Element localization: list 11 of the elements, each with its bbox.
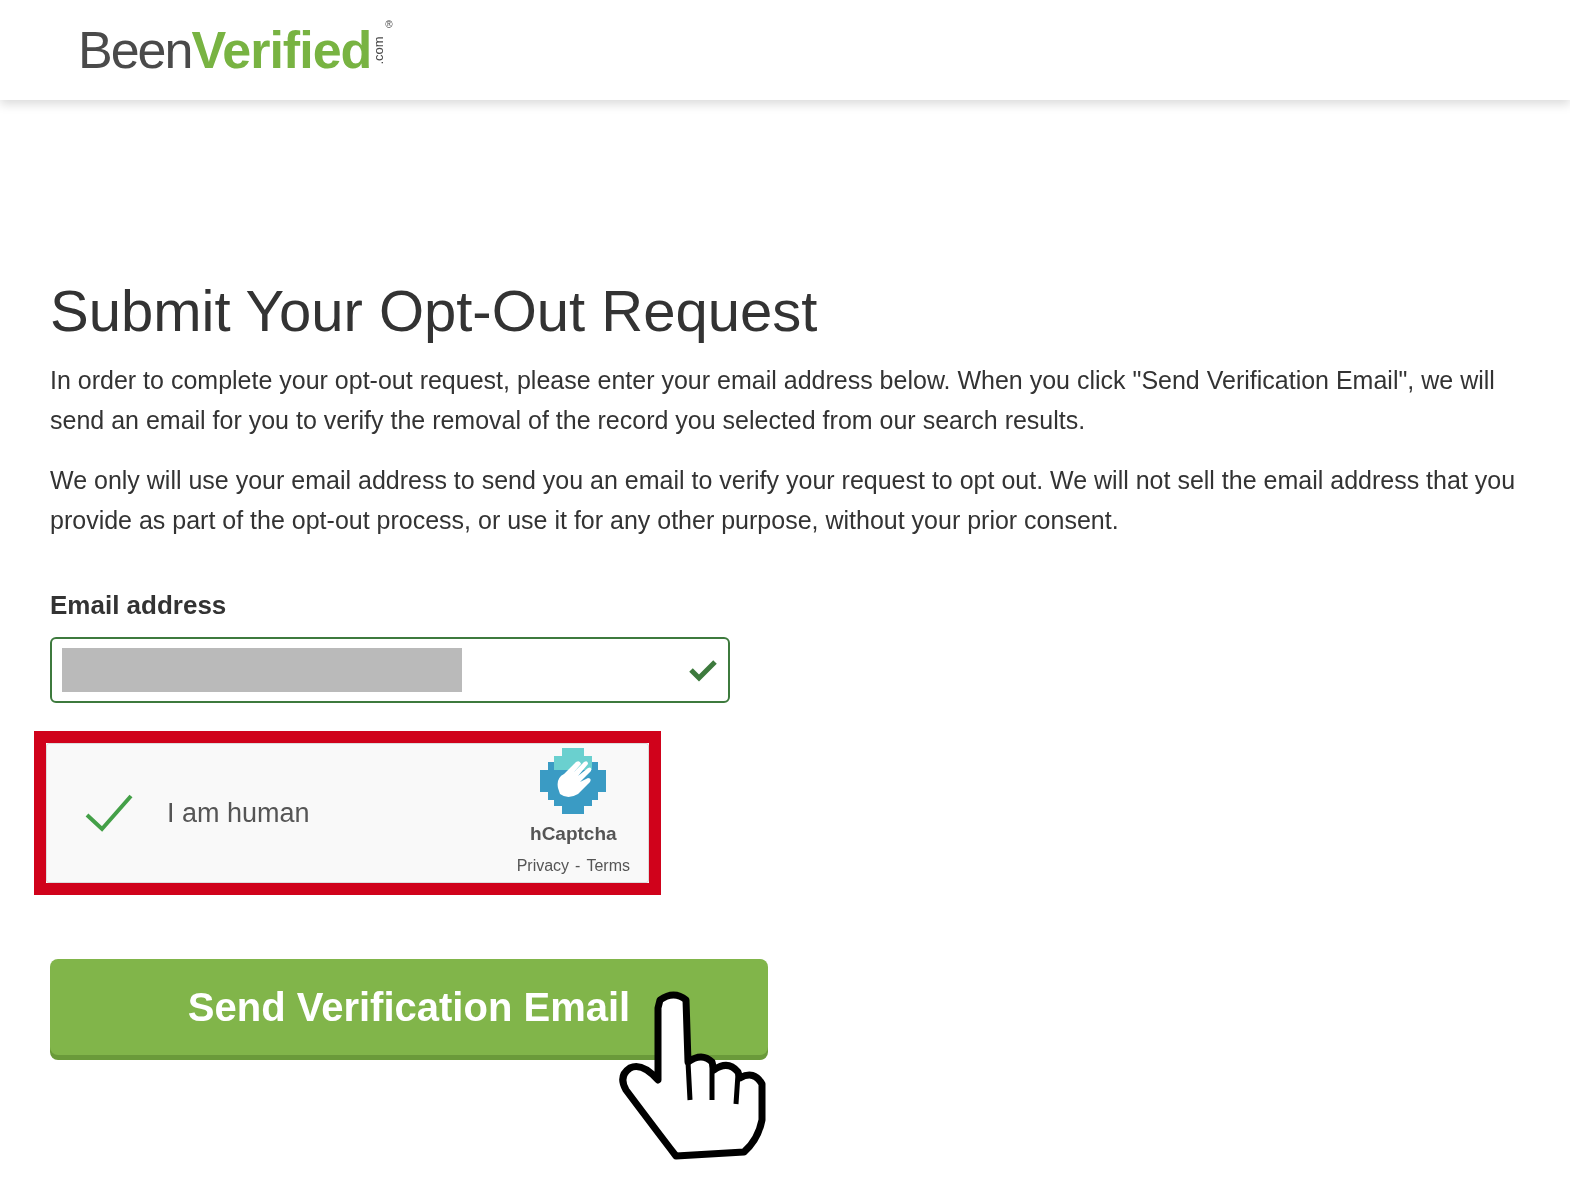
privacy-link[interactable]: Privacy: [516, 854, 570, 879]
email-field[interactable]: [50, 637, 730, 703]
paragraph: In order to complete your opt-out request, please enter your email address below. When you click "Send Verification Email", we will send an email for you to verify the removal of the record you selected from our search results.: [50, 365, 1496, 436]
captcha-brand: hCaptcha: [530, 821, 617, 846]
captcha-label: I am human: [167, 796, 311, 830]
field-label: Email address: [50, 589, 228, 622]
paragraph: We only will use your email address to send you an email to verify your request to opt out. We will not sell the email address that you provide as part of the opt-out process, or use it for any other purpose, without your prior consent.: [50, 465, 1517, 536]
terms-link[interactable]: Terms: [586, 854, 630, 879]
separator: -: [575, 856, 581, 877]
hand-logo-icon: [540, 747, 607, 814]
check-icon: [688, 658, 718, 682]
